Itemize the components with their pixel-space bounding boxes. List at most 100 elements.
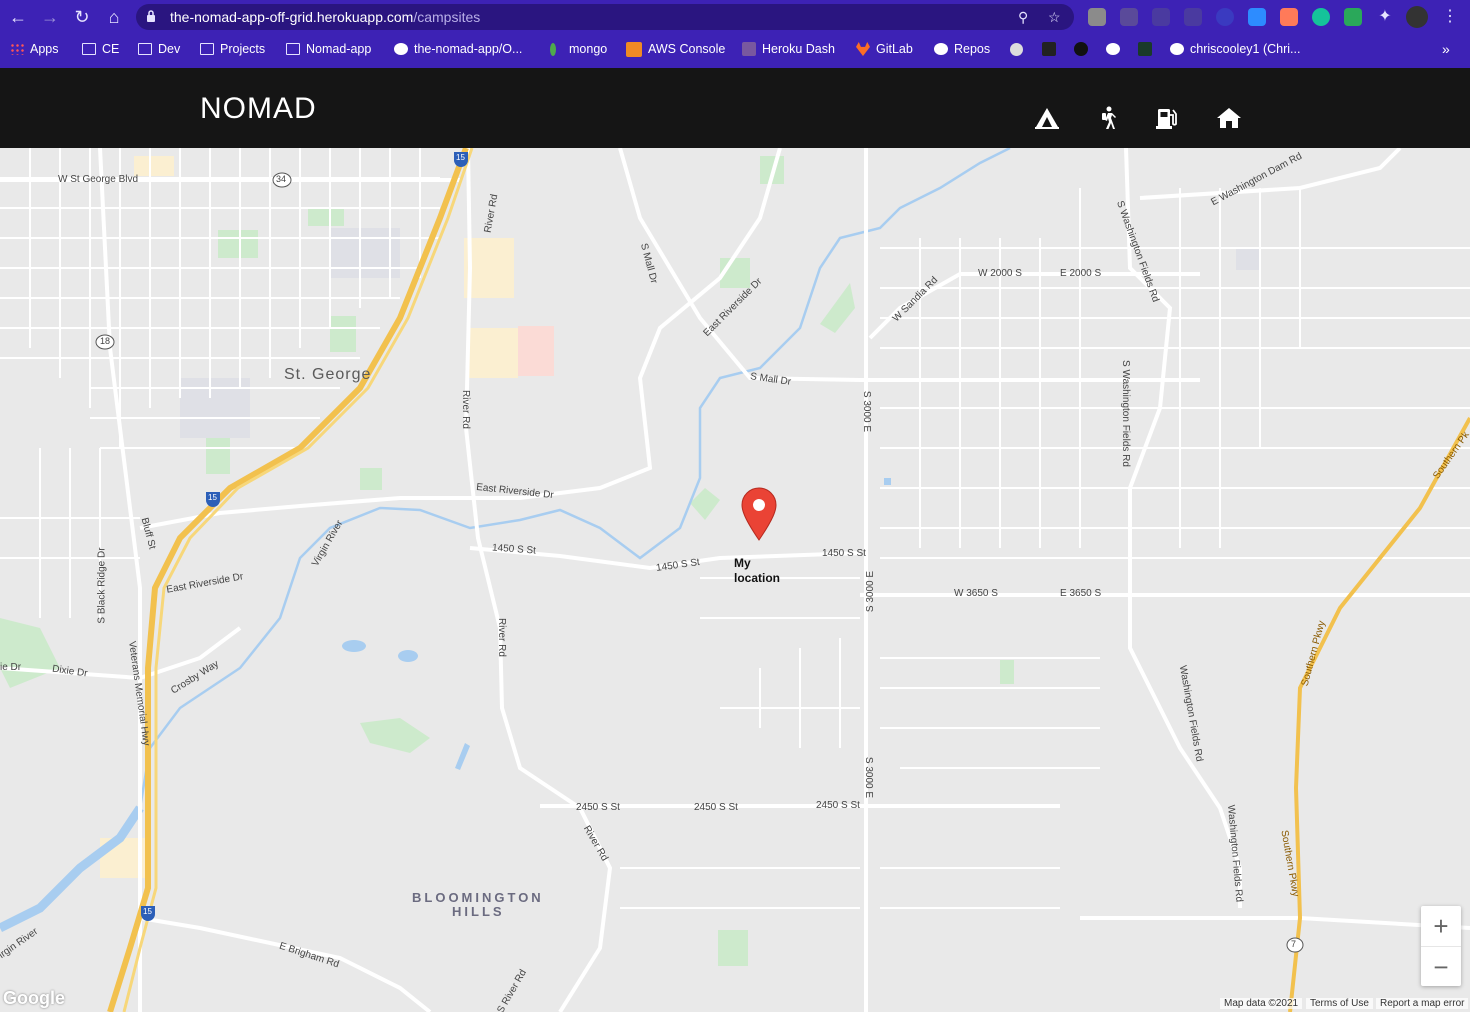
google-logo[interactable]: Google [3, 988, 65, 1009]
github-icon [1170, 43, 1184, 55]
map-canvas[interactable]: St. George BLOOMINGTON HILLS W St George… [0, 148, 1470, 1012]
street-label: S 3000 E [861, 390, 873, 433]
lock-icon [147, 10, 155, 22]
bookmark-label: the-nomad-app/O... [414, 42, 523, 56]
gitlab-icon [856, 42, 870, 56]
route-label: 34 [276, 174, 287, 184]
profile-avatar[interactable] [1406, 6, 1428, 28]
route-label: 18 [100, 336, 111, 346]
place-label-st-george: St. George [284, 366, 372, 383]
bookmark-label: mongo [569, 42, 608, 56]
bookmark-nomad-app[interactable]: Nomad-app [286, 41, 371, 57]
extension-3-icon[interactable] [1152, 8, 1170, 26]
street-label: S Washington Fields Rd [1119, 360, 1131, 467]
forward-button[interactable]: → [40, 7, 60, 27]
bookmark-label: Projects [220, 42, 266, 56]
reload-button[interactable]: ↻ [72, 7, 92, 27]
street-label: ie Dr [0, 662, 22, 673]
zoom-extension-icon[interactable] [1248, 8, 1266, 26]
bookmark-projects[interactable]: Projects [200, 41, 265, 57]
bookmark-repos[interactable]: Repos [934, 41, 990, 57]
bookmark-icon-1[interactable] [1010, 41, 1029, 57]
address-bar[interactable]: the-nomad-app-off-grid.herokuapp.com/cam… [136, 4, 1074, 30]
hubspot-icon[interactable] [1280, 8, 1298, 26]
street-label: 2450 S St [694, 802, 738, 813]
extension-1-icon[interactable] [1088, 8, 1106, 26]
extension-4-icon[interactable] [1184, 8, 1202, 26]
park-area [218, 230, 258, 258]
street-label: S 3000 E [863, 756, 875, 799]
extension-9-icon[interactable] [1344, 8, 1362, 26]
bookmarks-overflow-button[interactable]: » [1442, 41, 1450, 57]
interstate-label: 15 [143, 907, 152, 916]
location-pin-icon[interactable]: ⚲ [1018, 9, 1028, 26]
folder-icon [200, 43, 214, 55]
folder-icon [286, 43, 300, 55]
street-label: S Black Ridge Dr [96, 547, 108, 624]
bookmark-icon-5[interactable] [1138, 41, 1158, 57]
aws-icon [626, 41, 642, 57]
nomad-logo[interactable]: NOMAD [200, 92, 317, 126]
bookmark-label: CE [102, 42, 120, 56]
browser-chrome: ← → ↻ ⌂ the-nomad-app-off-grid.herokuapp… [0, 0, 1470, 68]
extension-2-icon[interactable] [1120, 8, 1138, 26]
bookmark-favicon-icon [1042, 42, 1056, 56]
street-label: W 3650 S [954, 588, 998, 599]
urban-area [1236, 248, 1260, 270]
interstate-label: 15 [456, 153, 465, 162]
bookmark-label: chriscooley1 (Chri... [1190, 42, 1301, 56]
tent-icon[interactable] [1034, 105, 1060, 131]
mongo-leaf-icon [550, 42, 556, 56]
hiker-icon[interactable] [1096, 105, 1122, 131]
terms-of-use-link[interactable]: Terms of Use [1306, 998, 1373, 1009]
bookmark-mongo[interactable]: mongo [550, 41, 607, 57]
url-host: the-nomad-app-off-grid.herokuapp.com [170, 9, 414, 25]
bookmark-gitlab[interactable]: GitLab [856, 41, 913, 57]
bookmark-heroku[interactable]: Heroku Dash [742, 41, 835, 57]
grammarly-icon[interactable] [1312, 8, 1330, 26]
gas-pump-icon[interactable] [1154, 105, 1180, 131]
my-location-label: My location [734, 556, 781, 585]
github-icon [1106, 43, 1120, 55]
bookmark-favicon-icon [1138, 42, 1152, 56]
route-label: 7 [1291, 939, 1297, 949]
bookmark-label: Apps [30, 42, 59, 56]
bookmark-ce[interactable]: CE [82, 41, 119, 57]
bookmark-chriscooley1[interactable]: chriscooley1 (Chri... [1170, 41, 1300, 57]
bookmark-aws[interactable]: AWS Console [626, 41, 725, 57]
park-area [360, 468, 382, 490]
street-label: 1450 S St [822, 548, 866, 559]
bookmark-icon-3[interactable] [1074, 41, 1094, 57]
bookmark-label: Dev [158, 42, 181, 56]
park-area [330, 316, 356, 352]
bookmark-label: GitLab [876, 42, 913, 56]
zoom-in-button[interactable]: + [1421, 906, 1461, 946]
url-text: the-nomad-app-off-grid.herokuapp.com/cam… [170, 9, 480, 25]
folder-icon [138, 43, 152, 55]
bookmark-favicon-icon [1074, 42, 1088, 56]
home-browser-button[interactable]: ⌂ [104, 7, 124, 27]
commercial-area [468, 328, 518, 378]
browser-toolbar: ← → ↻ ⌂ the-nomad-app-off-grid.herokuapp… [0, 0, 1470, 34]
bookmark-icon-4[interactable] [1106, 41, 1126, 57]
star-bookmark-icon[interactable]: ☆ [1048, 9, 1061, 26]
bookmark-icon-2[interactable] [1042, 41, 1062, 57]
bookmark-github-nomad[interactable]: the-nomad-app/O... [394, 41, 522, 57]
home-icon[interactable] [1216, 105, 1242, 131]
app-header: NOMAD [0, 68, 1470, 148]
park-area [1000, 660, 1014, 684]
report-map-error-link[interactable]: Report a map error [1376, 998, 1469, 1009]
back-button[interactable]: ← [8, 7, 28, 27]
bookmark-apps[interactable]: Apps [10, 41, 59, 57]
browser-menu-icon[interactable]: ⋮ [1440, 7, 1460, 27]
puzzle-extensions-icon[interactable]: ✦ [1376, 8, 1394, 26]
react-devtools-icon[interactable] [1216, 8, 1234, 26]
pond-water [342, 640, 366, 652]
pond-water [884, 478, 891, 485]
github-icon [934, 43, 948, 55]
bookmark-dev[interactable]: Dev [138, 41, 180, 57]
street-label: 2450 S St [576, 802, 620, 813]
zoom-out-button[interactable]: − [1421, 946, 1461, 986]
bookmark-label: Repos [954, 42, 991, 56]
github-icon [394, 43, 408, 55]
